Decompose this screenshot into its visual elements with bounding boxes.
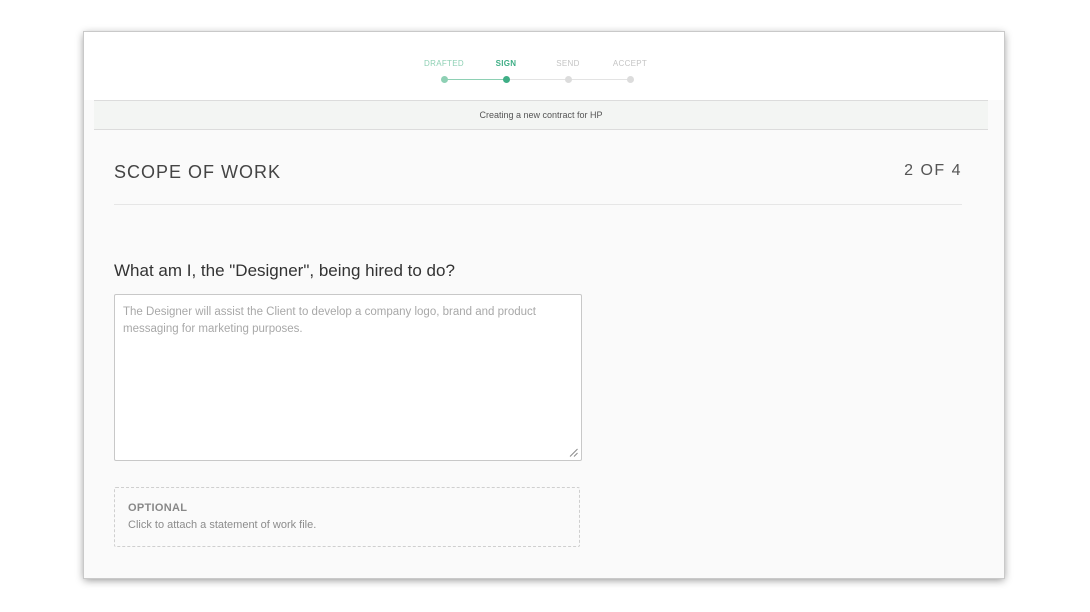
- progress-steps: DRAFTED SIGN SEND ACCEPT: [84, 32, 1004, 100]
- step-accept-dot: [626, 76, 634, 83]
- step-send-dot: [564, 76, 572, 83]
- contract-window: DRAFTED SIGN SEND ACCEPT Creating a new …: [84, 32, 1004, 578]
- section-counter: 2 OF 4: [904, 162, 962, 179]
- step-sign-dot: [502, 76, 510, 83]
- step-drafted[interactable]: DRAFTED: [414, 58, 474, 70]
- scope-textarea-wrapper: [114, 294, 582, 461]
- step-connector-2: [507, 79, 567, 80]
- step-connector-1: [445, 79, 505, 80]
- attach-sow-dropzone[interactable]: OPTIONAL Click to attach a statement of …: [114, 487, 580, 547]
- step-sign[interactable]: SIGN: [476, 58, 536, 70]
- attach-description: Click to attach a statement of work file…: [128, 519, 317, 531]
- step-sign-label: SIGN: [495, 59, 517, 68]
- attach-optional-label: OPTIONAL: [128, 502, 188, 514]
- step-connector-3: [569, 79, 629, 80]
- contract-subheader: Creating a new contract for HP: [94, 100, 988, 130]
- section-divider: [114, 204, 962, 205]
- progress-bar: DRAFTED SIGN SEND ACCEPT: [84, 32, 1004, 100]
- resize-handle-icon[interactable]: [569, 448, 578, 457]
- step-drafted-label: DRAFTED: [424, 59, 464, 68]
- step-accept[interactable]: ACCEPT: [600, 58, 660, 70]
- scope-textarea[interactable]: [115, 295, 581, 460]
- section-title: SCOPE OF WORK: [114, 162, 282, 182]
- step-accept-label: ACCEPT: [612, 59, 648, 68]
- step-send[interactable]: SEND: [538, 58, 598, 70]
- step-send-label: SEND: [556, 59, 580, 68]
- scope-question: What am I, the "Designer", being hired t…: [114, 261, 455, 280]
- step-drafted-dot: [440, 76, 448, 83]
